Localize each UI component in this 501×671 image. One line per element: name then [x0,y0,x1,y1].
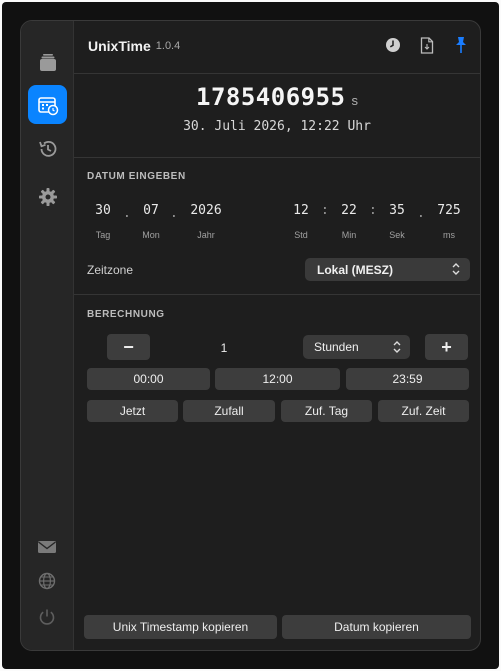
document-icon[interactable] [418,36,436,54]
random-time-button[interactable]: Zuf. Zeit [378,400,469,422]
date-separator: . [170,206,178,221]
now-button[interactable]: Jetzt [87,400,178,422]
header: UnixTime 1.0.4 [74,21,480,71]
main-panel: UnixTime 1.0.4 1785406955 s 30. Juli 202… [74,21,480,650]
hour-caption: Std [294,230,308,240]
increment-button[interactable]: + [425,334,468,360]
power-icon[interactable] [37,607,57,627]
gear-icon[interactable] [28,177,67,216]
copy-unix-timestamp-button[interactable]: Unix Timestamp kopieren [84,615,277,639]
second-field[interactable]: 35 [384,203,410,218]
copy-date-button[interactable]: Datum kopieren [282,615,471,639]
preset-1200-button[interactable]: 12:00 [215,368,340,390]
ms-caption: ms [443,230,455,240]
ms-separator: . [417,206,425,221]
minute-caption: Min [341,230,357,240]
section-label-calculation: BERECHNUNG [87,309,165,320]
timestamp-unit: s [351,93,359,108]
app-window: UnixTime 1.0.4 1785406955 s 30. Juli 202… [20,20,481,651]
chevron-updown-icon [451,262,461,279]
year-caption: Jahr [197,230,215,240]
clock-icon[interactable] [384,36,402,54]
preset-0000-button[interactable]: 00:00 [87,368,210,390]
unit-select[interactable]: Stunden [303,335,410,359]
year-field[interactable]: 2026 [184,203,228,218]
random-day-button[interactable]: Zuf. Tag [281,400,372,422]
decrement-button[interactable]: − [107,334,150,360]
timezone-value: Lokal (MESZ) [317,262,394,277]
random-button[interactable]: Zufall [183,400,275,422]
time-separator: : [369,203,377,218]
minute-field[interactable]: 22 [336,203,362,218]
timezone-select[interactable]: Lokal (MESZ) [305,258,470,281]
sidebar [21,21,74,650]
timezone-label: Zeitzone [87,263,134,277]
section-label-date-input: DATUM EINGEBEN [87,171,186,182]
ms-field[interactable]: 725 [431,203,467,218]
app-title: UnixTime [88,38,151,54]
formatted-date: 30. Juli 2026, 12:22 Uhr [183,119,371,134]
time-separator: : [321,203,329,218]
globe-icon[interactable] [37,571,57,591]
section-divider [74,157,480,158]
month-caption: Mon [142,230,160,240]
header-divider [74,73,480,74]
hour-field[interactable]: 12 [288,203,314,218]
timestamp-display: 1785406955 s 30. Juli 2026, 12:22 Uhr [74,83,480,134]
app-version: 1.0.4 [155,40,181,52]
pin-icon[interactable] [452,36,470,54]
history-icon[interactable] [28,129,67,168]
second-caption: Sek [389,230,405,240]
month-field[interactable]: 07 [138,203,164,218]
mail-icon[interactable] [37,537,57,557]
chevron-updown-icon [392,340,402,357]
unix-timestamp[interactable]: 1785406955 [196,83,346,111]
day-field[interactable]: 30 [90,203,116,218]
preset-2359-button[interactable]: 23:59 [346,368,469,390]
date-separator: . [123,206,131,221]
amount-value[interactable]: 1 [214,341,234,355]
stack-icon[interactable] [28,43,67,82]
section-divider [74,294,480,295]
day-caption: Tag [95,230,111,240]
calendar-clock-icon[interactable] [28,85,67,124]
unit-value: Stunden [314,340,359,354]
